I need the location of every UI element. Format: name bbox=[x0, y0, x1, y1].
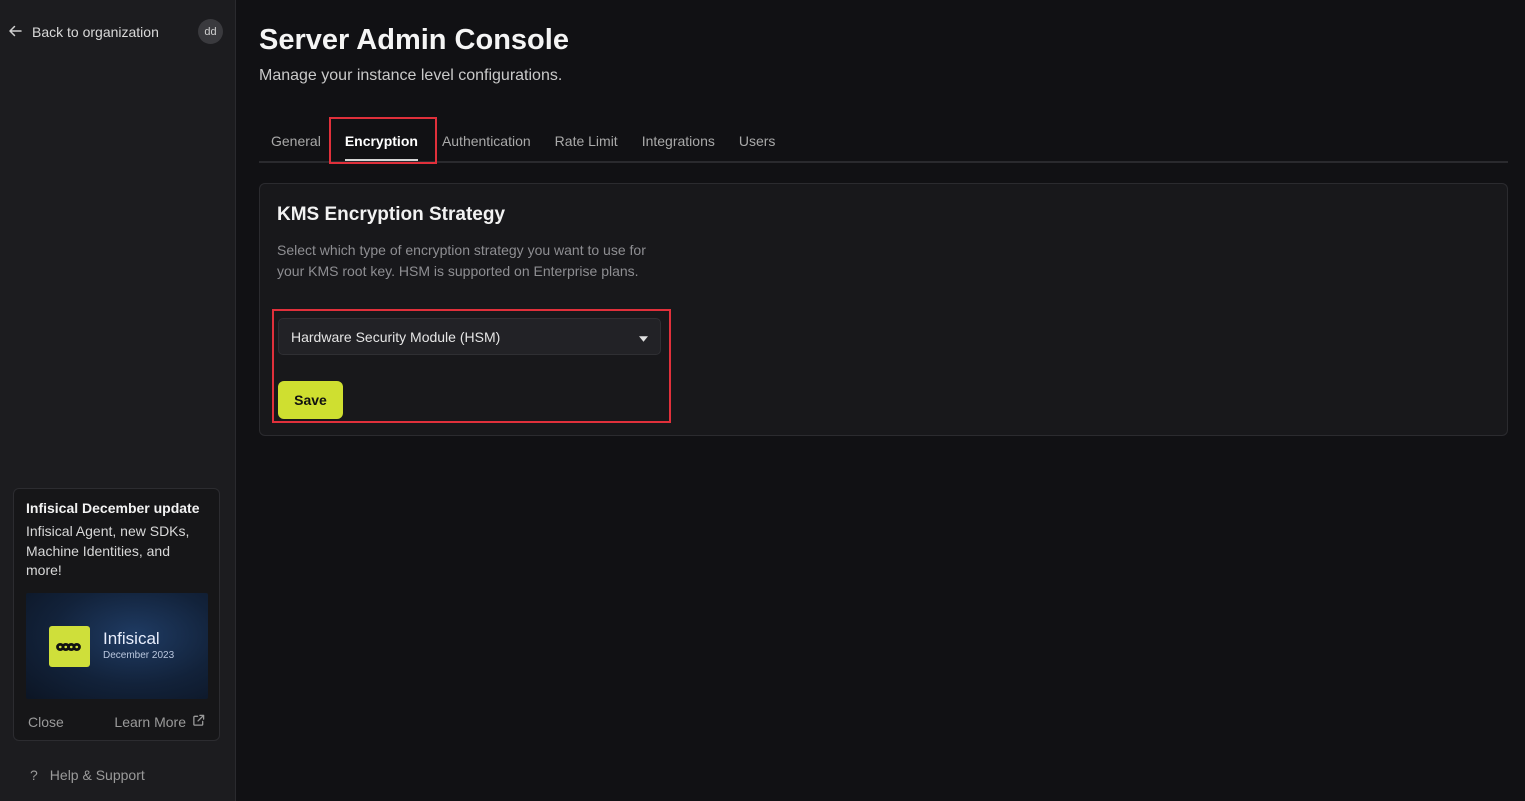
close-button[interactable]: Close bbox=[28, 714, 64, 730]
back-to-organization-link[interactable]: Back to organization bbox=[8, 20, 159, 44]
learn-more-link[interactable]: Learn More bbox=[114, 714, 205, 730]
update-image-brand: Infisical bbox=[103, 629, 160, 648]
tab-bar: General Encryption Authentication Rate L… bbox=[259, 121, 1508, 163]
update-card-title: Infisical December update bbox=[26, 500, 200, 516]
page-title: Server Admin Console bbox=[259, 24, 569, 56]
kms-panel-title: KMS Encryption Strategy bbox=[277, 204, 506, 225]
tab-rate-limit[interactable]: Rate Limit bbox=[543, 121, 630, 161]
encryption-tab-highlight bbox=[329, 117, 437, 164]
arrow-left-icon bbox=[8, 24, 22, 41]
update-card-image[interactable]: Infisical December 2023 bbox=[26, 593, 208, 699]
sidebar: Back to organization dd Infisical Decemb… bbox=[0, 0, 236, 801]
learn-more-label: Learn More bbox=[114, 714, 186, 730]
page-subtitle: Manage your instance level configuration… bbox=[259, 67, 563, 84]
tab-authentication[interactable]: Authentication bbox=[430, 121, 543, 161]
update-card: Infisical December update Infisical Agen… bbox=[13, 488, 220, 741]
help-support-link[interactable]: ? Help & Support bbox=[30, 767, 145, 783]
tab-integrations[interactable]: Integrations bbox=[630, 121, 727, 161]
update-card-description: Infisical Agent, new SDKs, Machine Ident… bbox=[26, 523, 190, 578]
help-support-label: Help & Support bbox=[49, 767, 145, 783]
avatar[interactable]: dd bbox=[198, 19, 223, 44]
external-link-icon bbox=[192, 714, 205, 730]
back-to-organization-label: Back to organization bbox=[32, 24, 159, 40]
kms-panel-description: Select which type of encryption strategy… bbox=[277, 242, 646, 279]
tab-general[interactable]: General bbox=[259, 121, 333, 161]
tab-users[interactable]: Users bbox=[727, 121, 788, 161]
infisical-logo-icon bbox=[49, 626, 90, 667]
strategy-form-highlight bbox=[272, 309, 671, 423]
update-image-date: December 2023 bbox=[103, 650, 175, 661]
question-icon: ? bbox=[30, 767, 38, 783]
